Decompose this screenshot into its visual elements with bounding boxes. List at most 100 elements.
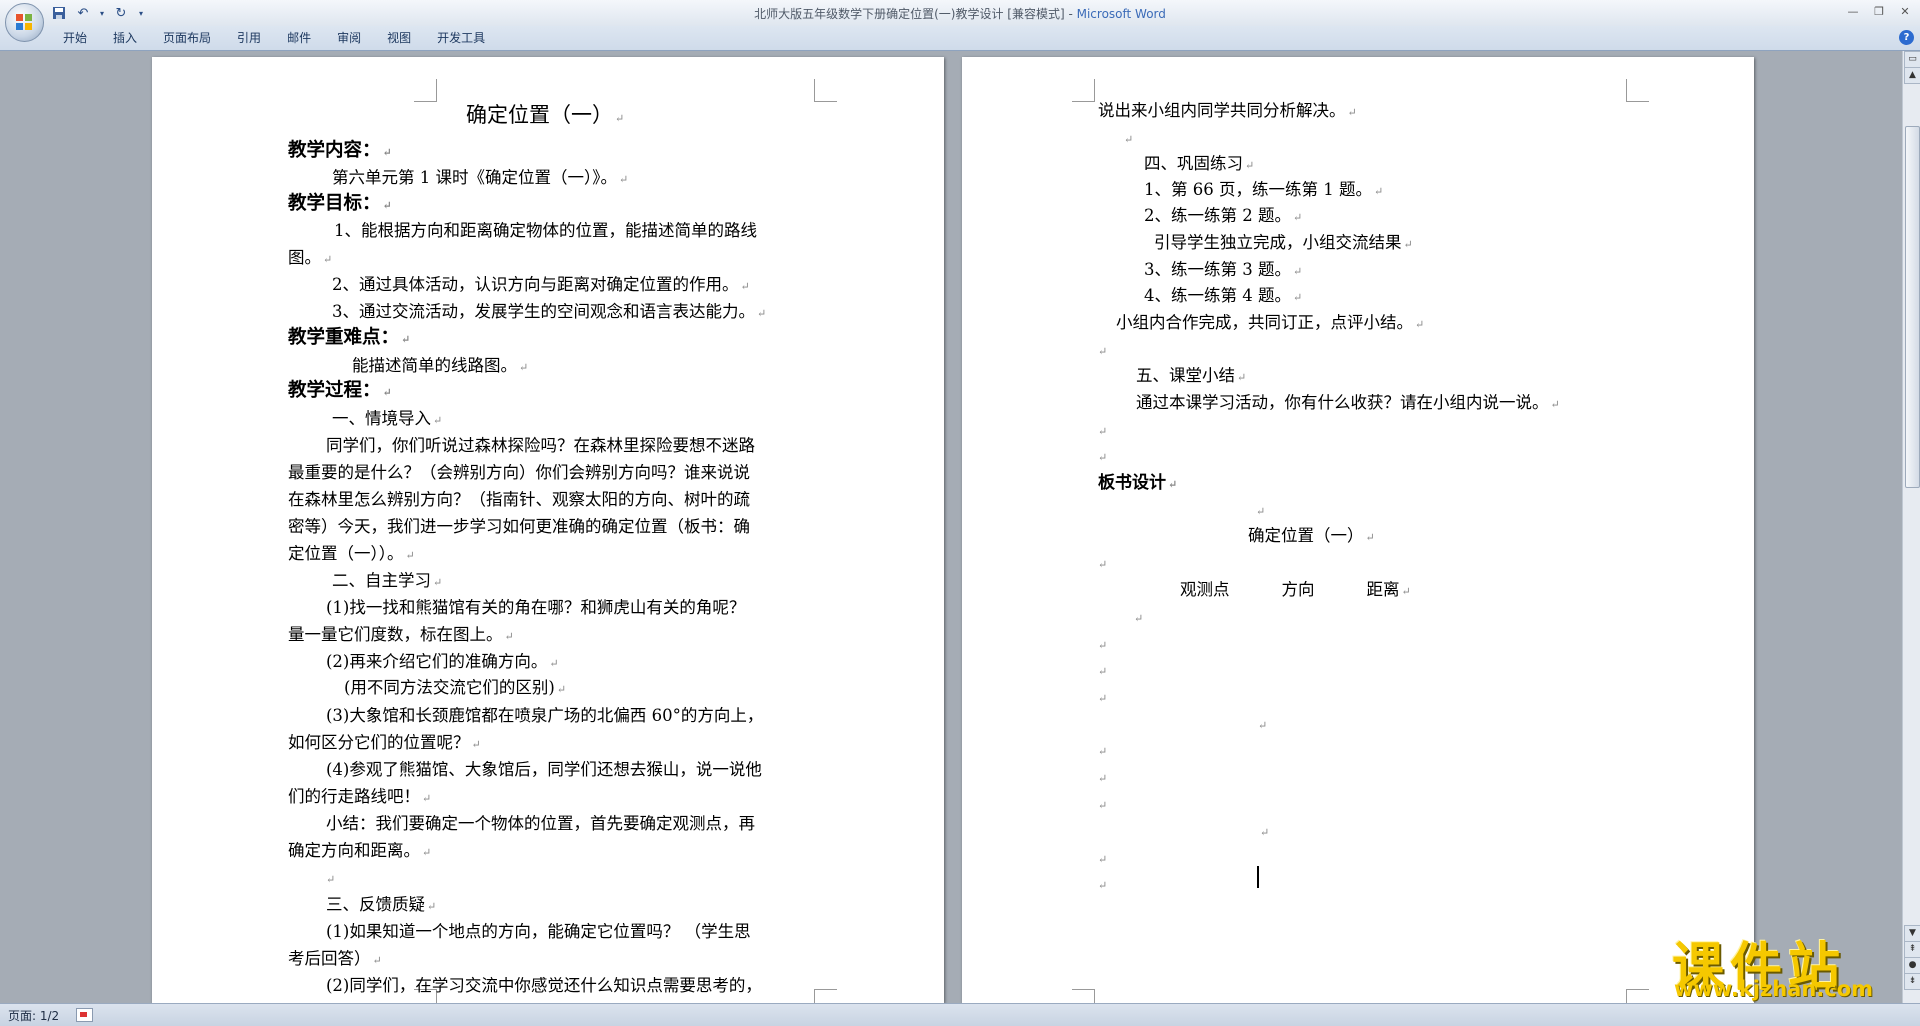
- paragraph: (1)如果知道一个地点的方向，能确定它位置吗？ （学生思: [326, 922, 751, 941]
- empty-paragraph: ↵: [1098, 879, 1108, 892]
- paragraph: 确定方向和距离。 ↵: [288, 841, 432, 860]
- ribbon: 开始 插入 页面布局 引用 邮件 审阅 视图 开发工具 ?: [0, 26, 1920, 51]
- empty-paragraph: ↵: [1098, 451, 1108, 464]
- tab-home[interactable]: 开始: [50, 26, 100, 50]
- empty-paragraph: ↵: [1098, 639, 1108, 652]
- select-browse-object-icon[interactable]: ●: [1904, 957, 1920, 974]
- heading-key-points: 教学重难点： ↵: [288, 327, 411, 348]
- empty-paragraph: ↵: [1134, 612, 1144, 625]
- paragraph: (2)再来介绍它们的准确方向。 ↵: [326, 652, 559, 671]
- paragraph: 图。 ↵: [288, 248, 333, 267]
- board-column-direction: 方向: [1281, 580, 1315, 599]
- tab-view[interactable]: 视图: [374, 26, 424, 50]
- scroll-up-icon[interactable]: ▲: [1904, 67, 1920, 84]
- paragraph: (4)参观了熊猫馆、大象馆后，同学们还想去猴山，说一说他: [326, 760, 762, 779]
- paragraph: 如何区分它们的位置呢？ ↵: [288, 733, 481, 752]
- board-column-distance: 距离: [1366, 580, 1400, 599]
- paragraph: 小组内合作完成，共同订正，点评小结。 ↵: [1116, 313, 1425, 332]
- paragraph: 定位置（一））。 ↵: [288, 544, 415, 563]
- crop-mark: [1626, 79, 1649, 102]
- paragraph: (用不同方法交流它们的区别) ↵: [344, 678, 567, 697]
- restore-icon[interactable]: ❐: [1870, 2, 1888, 20]
- empty-paragraph: ↵: [1098, 772, 1108, 785]
- vertical-scrollbar[interactable]: ▭ ▲ ▼ ⇞ ● ⇟: [1902, 51, 1920, 1003]
- section-heading: 一、情境导入 ↵: [332, 409, 443, 428]
- paragraph: 2、通过具体活动，认识方向与距离对确定位置的作用。 ↵: [332, 275, 750, 294]
- help-icon[interactable]: ?: [1899, 30, 1914, 45]
- crop-mark: [1072, 989, 1095, 1003]
- tab-page-layout[interactable]: 页面布局: [150, 26, 224, 50]
- paragraph: 1、第 66 页，练一练第 1 题。 ↵: [1144, 180, 1384, 199]
- paragraph: 们的行走路线吧！ ↵: [288, 787, 432, 806]
- macro-record-icon[interactable]: [76, 1008, 93, 1022]
- paragraph: 引导学生独立完成，小组交流结果 ↵: [1154, 233, 1413, 252]
- paragraph: 1、能根据方向和距离确定物体的位置，能描述简单的路线: [334, 221, 757, 240]
- section-heading: 三、反馈质疑 ↵: [326, 895, 437, 914]
- empty-paragraph: ↵: [1098, 425, 1108, 438]
- paragraph: 量一量它们度数，标在图上。 ↵: [288, 625, 514, 644]
- window-title: 北师大版五年级数学下册确定位置(一)教学设计 [兼容模式] - Microsof…: [0, 5, 1920, 22]
- tab-review[interactable]: 审阅: [324, 26, 374, 50]
- empty-paragraph: ↵: [1260, 826, 1270, 839]
- paragraph: 第六单元第 1 课时《确定位置（一）》。 ↵: [332, 168, 629, 187]
- minimize-icon[interactable]: —: [1844, 2, 1862, 20]
- crop-mark: [414, 79, 437, 102]
- next-page-icon[interactable]: ⇟: [1904, 973, 1920, 990]
- page-count[interactable]: 页面: 1/2: [8, 1007, 59, 1024]
- section-heading: 五、课堂小结 ↵: [1136, 366, 1247, 385]
- empty-paragraph: ↵: [1124, 133, 1134, 146]
- scrollbar-thumb[interactable]: [1905, 126, 1920, 488]
- crop-mark: [1626, 989, 1649, 1003]
- board-column-observation-point: 观测点: [1180, 580, 1230, 599]
- paragraph: 能描述简单的线路图。 ↵: [352, 356, 529, 375]
- heading-goals: 教学目标： ↵: [288, 193, 392, 214]
- empty-paragraph: ↵: [1098, 853, 1108, 866]
- empty-paragraph: ↵: [1258, 719, 1268, 732]
- document-page-1[interactable]: 确定位置（一） ↵ 教学内容： ↵ 第六单元第 1 课时《确定位置（一）》。 ↵ 教学…: [152, 57, 944, 1003]
- section-heading: 二、自主学习 ↵: [332, 571, 443, 590]
- text-cursor: [1257, 866, 1259, 888]
- tab-mailings[interactable]: 邮件: [274, 26, 324, 50]
- ruler-toggle-icon[interactable]: ▭: [1904, 51, 1920, 68]
- empty-paragraph: ↵: [1098, 745, 1108, 758]
- close-icon[interactable]: ✕: [1896, 2, 1914, 20]
- paragraph: 密等）今天，我们进一步学习如何更准确的确定位置（板书：确: [288, 517, 750, 536]
- board-title: 确定位置（一） ↵: [1248, 526, 1375, 545]
- ribbon-tabs: 开始 插入 页面布局 引用 邮件 审阅 视图 开发工具: [50, 26, 498, 50]
- previous-page-icon[interactable]: ⇞: [1904, 941, 1920, 958]
- paragraph: 3、练一练第 3 题。 ↵: [1144, 260, 1303, 279]
- status-bar: 页面: 1/2: [0, 1003, 1920, 1026]
- paragraph: 2、练一练第 2 题。 ↵: [1144, 206, 1303, 225]
- paragraph: (2)同学们，在学习交流中你感觉还什么知识点需要思考的，: [326, 976, 762, 995]
- paragraph: 最重要的是什么？（会辨别方向）你们会辨别方向吗？谁来说说: [288, 463, 750, 482]
- empty-paragraph: ↵: [1098, 799, 1108, 812]
- paragraph: 小结：我们要确定一个物体的位置，首先要确定观测点，再: [326, 814, 755, 833]
- empty-paragraph: ↵: [1098, 558, 1108, 571]
- paragraph: 同学们，你们听说过森林探险吗？在森林里探险要想不迷路: [326, 436, 755, 455]
- paragraph: 通过本课学习活动，你有什么收获？请在小组内说一说。 ↵: [1136, 393, 1560, 412]
- office-logo-icon: [16, 14, 32, 30]
- title-bar: ↶ ▾ ↻ ▾ 北师大版五年级数学下册确定位置(一)教学设计 [兼容模式] - …: [0, 0, 1920, 42]
- scroll-down-icon[interactable]: ▼: [1904, 925, 1920, 942]
- board-columns: 观测点 方向 距离 ↵: [1180, 580, 1411, 599]
- document-page-2[interactable]: 说出来小组内同学共同分析解决。 ↵ ↵ 四、巩固练习 ↵ 1、第 66 页，练一练第…: [962, 57, 1754, 1003]
- paragraph: (1)找一找和熊猫馆有关的角在哪？和狮虎山有关的角呢？: [326, 598, 746, 617]
- empty-paragraph: ↵: [1256, 505, 1266, 518]
- empty-paragraph: ↵: [1098, 345, 1108, 358]
- document-workspace: 确定位置（一） ↵ 教学内容： ↵ 第六单元第 1 课时《确定位置（一）》。 ↵ 教学…: [0, 51, 1902, 1003]
- tab-insert[interactable]: 插入: [100, 26, 150, 50]
- empty-paragraph: ↵: [326, 873, 336, 886]
- crop-mark: [814, 989, 837, 1003]
- paragraph: 4、练一练第 4 题。 ↵: [1144, 286, 1303, 305]
- tab-developer[interactable]: 开发工具: [424, 26, 498, 50]
- tab-references[interactable]: 引用: [224, 26, 274, 50]
- paragraph: 考后回答） ↵: [288, 949, 382, 968]
- app-name: Microsoft Word: [1076, 7, 1166, 21]
- section-heading: 四、巩固练习 ↵: [1144, 154, 1255, 173]
- empty-paragraph: ↵: [1098, 665, 1108, 678]
- doc-title: 确定位置（一） ↵: [466, 103, 625, 127]
- crop-mark: [814, 79, 837, 102]
- document-title: 北师大版五年级数学下册确定位置(一)教学设计 [兼容模式] -: [754, 7, 1077, 21]
- office-button[interactable]: [5, 3, 44, 42]
- crop-mark: [1072, 79, 1095, 102]
